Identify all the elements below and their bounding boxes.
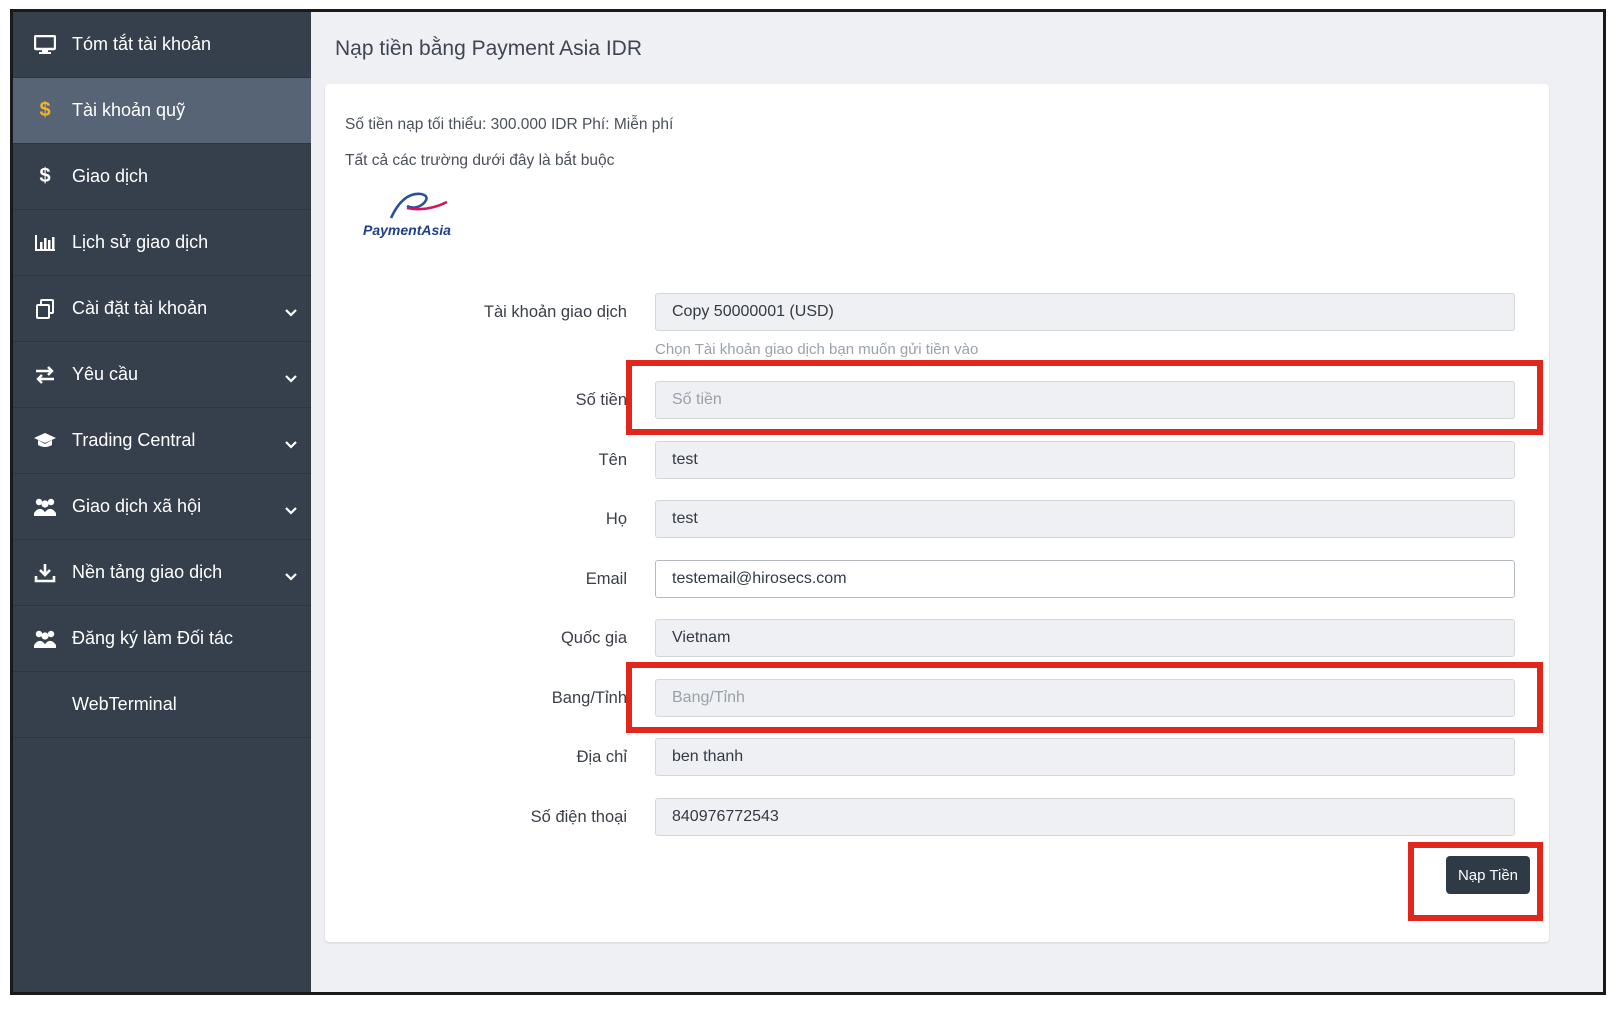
address-input[interactable] <box>655 738 1515 776</box>
dollar-icon: $ <box>39 99 51 121</box>
email-label: Email <box>585 570 627 588</box>
sidebar-item-label: Yêu cầu <box>72 364 139 384</box>
country-label: Quốc gia <box>560 629 627 647</box>
chevron-down-icon <box>285 565 297 586</box>
sidebar-item-label: Lịch sử giao dịch <box>72 232 209 252</box>
paymentasia-swoosh-icon <box>389 192 448 219</box>
last-name-label: Họ <box>605 510 627 528</box>
state-label: Bang/Tỉnh <box>551 689 627 707</box>
sidebar-item-account-summary[interactable]: Tóm tắt tài khoản <box>13 12 311 78</box>
bar-chart-icon <box>28 234 62 252</box>
sidebar-item-label: Giao dịch <box>72 166 149 186</box>
app-frame: Tóm tắt tài khoản $ Tài khoản quỹ $ Giao… <box>10 9 1606 995</box>
dollar-icon: $ <box>39 165 51 187</box>
deposit-form-card: Số tiền nạp tối thiểu: 300.000 IDR Phí: … <box>325 84 1549 942</box>
exchange-icon <box>28 365 62 384</box>
graduation-cap-icon <box>28 432 62 450</box>
amount-input[interactable] <box>655 381 1515 419</box>
last-name-input[interactable] <box>655 500 1515 538</box>
users-icon <box>28 497 62 517</box>
sidebar-item-label: Tóm tắt tài khoản <box>72 34 212 54</box>
sidebar-item-label: Trading Central <box>72 430 196 450</box>
sidebar: Tóm tắt tài khoản $ Tài khoản quỹ $ Giao… <box>13 12 311 992</box>
copy-icon <box>28 298 62 320</box>
sidebar-item-label: Cài đặt tài khoản <box>72 298 208 318</box>
chevron-down-icon <box>285 433 297 454</box>
chevron-down-icon <box>285 301 297 322</box>
account-help-text: Chọn Tài khoản giao dịch bạn muốn gửi ti… <box>655 341 979 358</box>
monitor-icon <box>28 34 62 55</box>
page-title: Nạp tiền bằng Payment Asia IDR <box>335 37 643 60</box>
first-name-input[interactable] <box>655 441 1515 479</box>
country-input[interactable] <box>655 619 1515 657</box>
paymentasia-logo: PaymentAsia <box>361 184 471 244</box>
sidebar-item-requests[interactable]: Yêu cầu <box>13 342 311 408</box>
paymentasia-logo-text: PaymentAsia <box>363 222 451 238</box>
address-label: Địa chỉ <box>576 748 627 766</box>
sidebar-item-fund-account[interactable]: $ Tài khoản quỹ <box>13 78 311 144</box>
required-fields-note: Tất cả các trường dưới đây là bắt buộc <box>345 152 615 169</box>
sidebar-item-become-partner[interactable]: Đăng ký làm Đối tác <box>13 606 311 672</box>
sidebar-item-account-settings[interactable]: Cài đặt tài khoản <box>13 276 311 342</box>
chevron-down-icon <box>285 499 297 520</box>
sidebar-item-label: WebTerminal <box>72 694 177 714</box>
sidebar-item-trading-platforms[interactable]: Nền tảng giao dịch <box>13 540 311 606</box>
users-icon <box>28 629 62 649</box>
first-name-label: Tên <box>598 451 627 469</box>
deposit-submit-button[interactable]: Nạp Tiền <box>1446 856 1530 894</box>
sidebar-item-transactions[interactable]: $ Giao dịch <box>13 144 311 210</box>
download-icon <box>28 563 62 583</box>
state-input[interactable] <box>655 679 1515 717</box>
sidebar-item-label: Tài khoản quỹ <box>72 100 186 120</box>
phone-label: Số điện thoại <box>530 808 627 826</box>
amount-label: Số tiền <box>575 391 627 409</box>
email-input[interactable] <box>655 560 1515 598</box>
trading-account-select[interactable] <box>655 293 1515 331</box>
sidebar-item-social-trading[interactable]: Giao dịch xã hội <box>13 474 311 540</box>
sidebar-item-trading-central[interactable]: Trading Central <box>13 408 311 474</box>
sidebar-item-label: Giao dịch xã hội <box>72 496 202 516</box>
chevron-down-icon <box>285 367 297 388</box>
min-deposit-note: Số tiền nạp tối thiểu: 300.000 IDR Phí: … <box>345 116 674 133</box>
sidebar-item-transaction-history[interactable]: Lịch sử giao dịch <box>13 210 311 276</box>
sidebar-item-webterminal[interactable]: WebTerminal <box>13 672 311 738</box>
account-label: Tài khoản giao dịch <box>483 303 627 321</box>
main-content: Nạp tiền bằng Payment Asia IDR Số tiền n… <box>311 12 1603 992</box>
phone-input[interactable] <box>655 798 1515 836</box>
sidebar-item-label: Đăng ký làm Đối tác <box>72 628 234 648</box>
sidebar-item-label: Nền tảng giao dịch <box>72 562 223 582</box>
